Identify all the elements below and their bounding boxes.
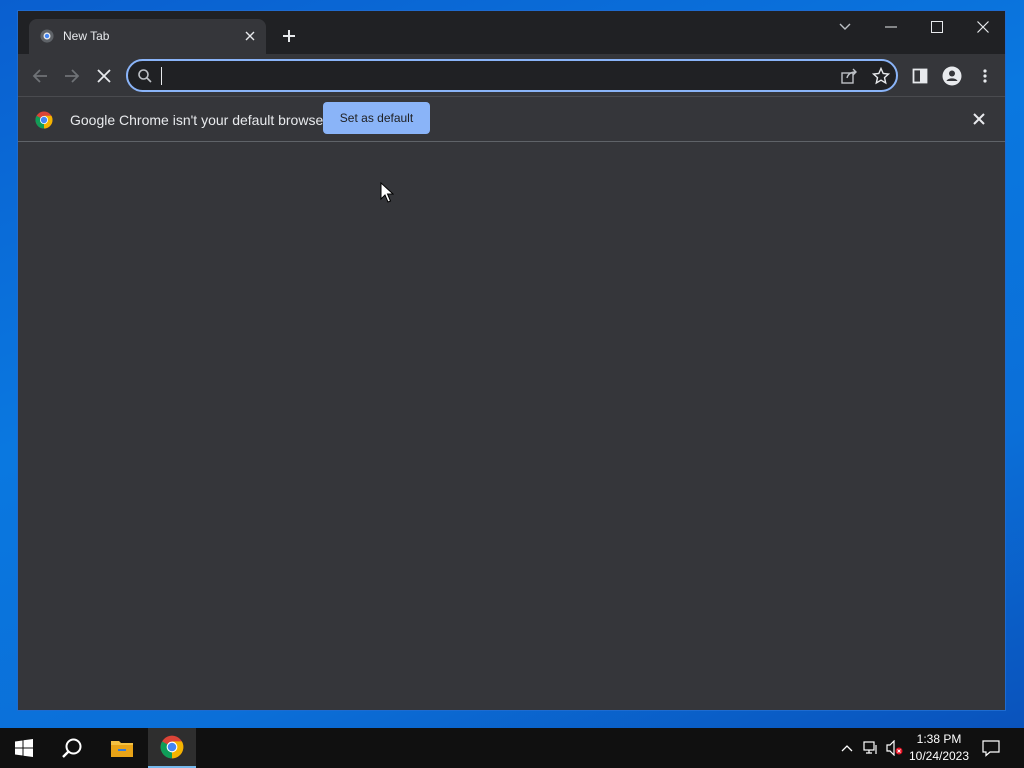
text-caret bbox=[161, 67, 162, 85]
bookmark-star-icon[interactable] bbox=[872, 67, 890, 85]
chevron-up-icon[interactable] bbox=[838, 739, 856, 757]
browser-window: New Tab Google Chrome isn't your default… bbox=[17, 10, 1006, 711]
share-icon[interactable] bbox=[840, 67, 858, 85]
start-icon[interactable] bbox=[0, 728, 48, 768]
tab-title: New Tab bbox=[63, 29, 110, 43]
network-icon[interactable] bbox=[862, 739, 880, 757]
system-clock[interactable]: 1:38 PM 10/24/2023 bbox=[906, 731, 972, 765]
stop-icon[interactable] bbox=[93, 65, 115, 87]
set-as-default-button[interactable]: Set as default bbox=[323, 102, 430, 134]
toolbar bbox=[18, 54, 1005, 97]
volume-muted-icon[interactable] bbox=[886, 739, 904, 757]
mouse-pointer-icon bbox=[380, 182, 394, 203]
infobar-close-icon[interactable] bbox=[973, 112, 989, 128]
clock-date: 10/24/2023 bbox=[908, 749, 970, 763]
tab-close-icon[interactable] bbox=[242, 28, 258, 44]
taskbar-search-icon[interactable] bbox=[48, 728, 96, 768]
new-tab-plus-icon[interactable] bbox=[280, 27, 298, 45]
tab-new-tab[interactable]: New Tab bbox=[29, 19, 266, 54]
infobar-message: Google Chrome isn't your default browser bbox=[70, 112, 328, 128]
profile-icon[interactable] bbox=[941, 65, 963, 87]
chrome-logo-icon bbox=[35, 111, 53, 129]
chrome-favicon-icon bbox=[40, 29, 54, 43]
maximize-icon[interactable] bbox=[922, 17, 952, 37]
back-arrow-icon[interactable] bbox=[29, 65, 51, 87]
side-panel-icon[interactable] bbox=[909, 65, 931, 87]
kebab-menu-icon[interactable] bbox=[974, 65, 996, 87]
tab-search-chevron-down-icon[interactable] bbox=[830, 17, 860, 37]
chrome-icon[interactable] bbox=[148, 728, 196, 768]
omnibox[interactable] bbox=[126, 59, 898, 92]
file-explorer-icon[interactable] bbox=[98, 728, 146, 768]
clock-time: 1:38 PM bbox=[916, 732, 962, 746]
forward-arrow-icon[interactable] bbox=[61, 65, 83, 87]
title-bar: New Tab bbox=[18, 11, 1005, 54]
default-browser-infobar: Google Chrome isn't your default browser… bbox=[18, 98, 1005, 142]
notification-icon[interactable] bbox=[982, 739, 1000, 757]
page-content bbox=[18, 142, 1005, 710]
window-close-icon[interactable] bbox=[968, 17, 998, 37]
taskbar: 1:38 PM 10/24/2023 bbox=[0, 728, 1024, 768]
minimize-icon[interactable] bbox=[876, 17, 906, 37]
address-input[interactable] bbox=[158, 66, 798, 86]
search-icon bbox=[138, 69, 152, 83]
